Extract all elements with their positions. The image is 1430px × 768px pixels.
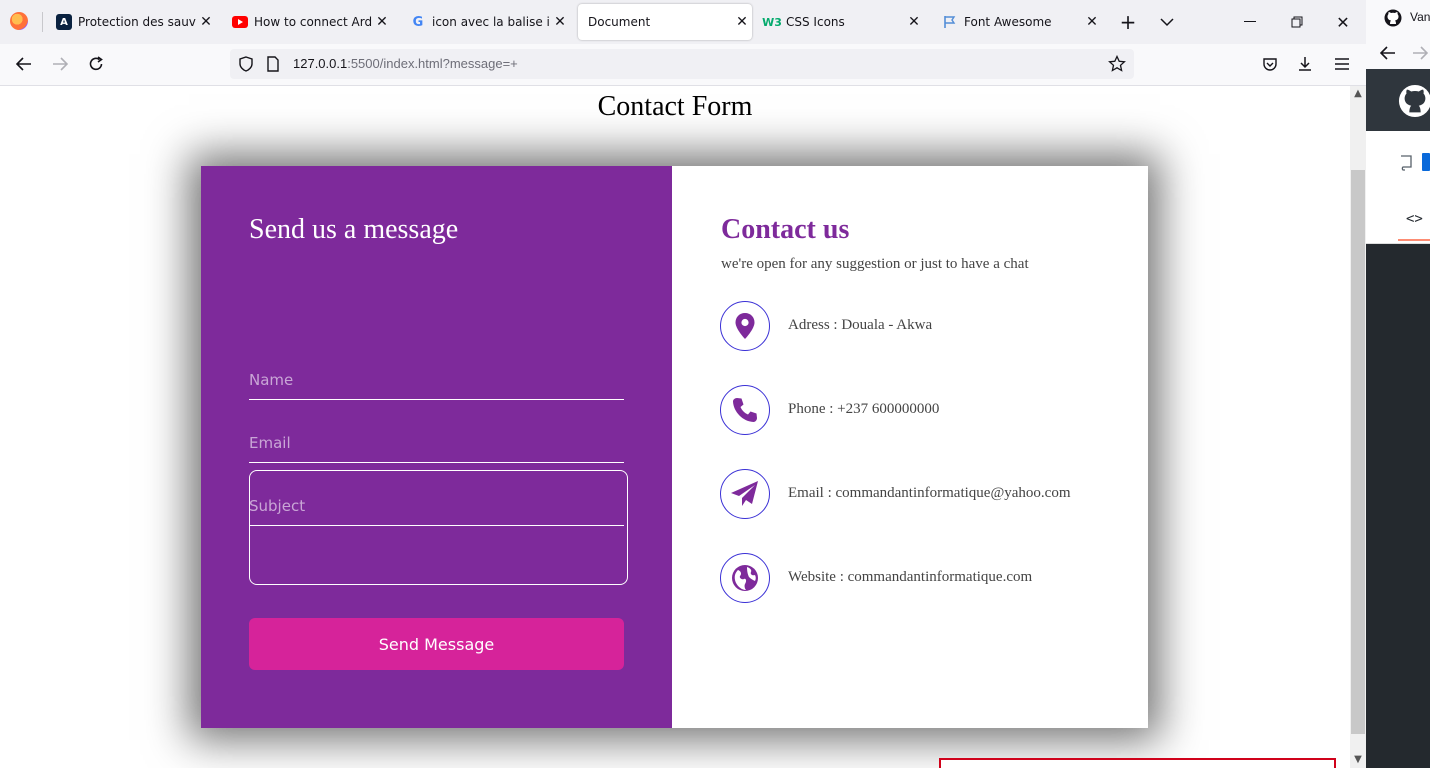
- reload-icon[interactable]: [84, 52, 108, 76]
- message-textarea[interactable]: [249, 470, 628, 585]
- tab-label: Font Awesome: [964, 15, 1052, 29]
- close-tab-icon[interactable]: ✕: [904, 14, 924, 30]
- close-tab-icon[interactable]: ✕: [1082, 14, 1102, 30]
- paper-plane-icon: [720, 469, 770, 519]
- pocket-icon[interactable]: [1258, 52, 1282, 76]
- repo-header: <>: [1366, 131, 1430, 244]
- tab-label: icon avec la balise i - R: [432, 15, 550, 29]
- tab-document[interactable]: Document ✕: [578, 4, 752, 40]
- minimize-icon[interactable]: [1238, 10, 1262, 34]
- contact-item-text: Website : commandantinformatique.com: [788, 569, 1033, 585]
- name-input[interactable]: [249, 361, 624, 400]
- github-header: [1366, 69, 1430, 131]
- side-tab-strip: Van: [1366, 0, 1430, 37]
- url-host: 127.0.0.1: [293, 56, 348, 71]
- new-tab-icon[interactable]: +: [1116, 10, 1140, 34]
- location-pin-icon: [720, 301, 770, 351]
- tab-label: Protection des sauvega: [78, 15, 196, 29]
- popup-frame-edge: [939, 758, 1336, 768]
- list-tabs-chevron-down-icon[interactable]: [1155, 10, 1179, 34]
- contact-item-text: Phone : +237 600000000: [788, 401, 940, 417]
- bookmark-star-icon[interactable]: [1108, 54, 1126, 77]
- scroll-up-arrow-icon[interactable]: ▲: [1350, 86, 1366, 102]
- tab-separator: [42, 12, 43, 32]
- github-icon[interactable]: [1384, 9, 1402, 31]
- tab-label: How to connect Arduin: [254, 15, 372, 29]
- contact-subtitle: we're open for any suggestion or just to…: [721, 256, 1029, 272]
- address-bar[interactable]: 127.0.0.1:5500/index.html?message=+: [230, 49, 1134, 79]
- download-icon[interactable]: [1293, 52, 1317, 76]
- contact-card: Send us a message Send Message Contact u…: [201, 166, 1148, 728]
- close-tab-icon[interactable]: ✕: [550, 14, 570, 30]
- contact-info-panel: Contact us we're open for any suggestion…: [672, 166, 1148, 728]
- repo-name-link[interactable]: [1422, 153, 1430, 171]
- flag-icon: [942, 14, 958, 30]
- github-logo-icon[interactable]: [1398, 84, 1430, 122]
- tab-css-icons[interactable]: W3 CSS Icons ✕: [754, 4, 924, 40]
- page-title: Contact Form: [597, 91, 753, 122]
- close-window-icon[interactable]: ✕: [1331, 10, 1355, 34]
- side-tab-label[interactable]: Van: [1410, 10, 1430, 24]
- navigation-toolbar: 127.0.0.1:5500/index.html?message=+: [0, 44, 1366, 86]
- page-viewport: Contact Form Send us a message Send Mess…: [0, 86, 1350, 768]
- contact-item-text: Adress : Douala - Akwa: [788, 317, 933, 333]
- firefox-menu-icon[interactable]: [10, 12, 28, 30]
- contact-item-website: Website : commandantinformatique.com: [720, 553, 1140, 607]
- shield-icon[interactable]: [238, 56, 254, 76]
- google-icon: G: [412, 14, 424, 30]
- restore-icon[interactable]: [1285, 10, 1309, 34]
- side-back-arrow-icon[interactable]: [1379, 45, 1396, 64]
- side-forward-arrow-icon[interactable]: [1412, 45, 1429, 64]
- scroll-down-arrow-icon[interactable]: ▼: [1350, 752, 1366, 768]
- page-info-icon[interactable]: [266, 56, 280, 76]
- contact-item-phone: Phone : +237 600000000: [720, 385, 1140, 439]
- side-nav-bar: [1366, 37, 1430, 69]
- contact-item-address: Adress : Douala - Akwa: [720, 301, 1140, 355]
- tab-label: CSS Icons: [786, 15, 845, 29]
- contact-item-email: Email : commandantinformatique@yahoo.com: [720, 469, 1140, 523]
- tab-font-awesome[interactable]: Font Awesome ✕: [932, 4, 1102, 40]
- contact-item-text: Email : commandantinformatique@yahoo.com: [788, 485, 1071, 501]
- send-message-button[interactable]: Send Message: [249, 618, 624, 670]
- forward-arrow-icon[interactable]: [48, 52, 72, 76]
- tab-bar: A Protection des sauvega ✕ How to connec…: [0, 0, 1366, 44]
- email-input[interactable]: [249, 424, 624, 463]
- scrollbar-thumb[interactable]: [1351, 170, 1365, 734]
- w3schools-icon: W3: [762, 15, 782, 29]
- url-text[interactable]: 127.0.0.1:5500/index.html?message=+: [293, 56, 518, 71]
- tab-favicon-a: A: [56, 14, 72, 30]
- close-tab-icon[interactable]: ✕: [732, 14, 752, 30]
- contact-title: Contact us: [721, 214, 850, 245]
- tab-label: Document: [588, 15, 651, 29]
- side-window: Van <>: [1366, 0, 1430, 768]
- tab-protection[interactable]: A Protection des sauvega ✕: [46, 4, 216, 40]
- form-title: Send us a message: [249, 214, 459, 245]
- phone-icon: [720, 385, 770, 435]
- close-tab-icon[interactable]: ✕: [372, 14, 392, 30]
- hamburger-menu-icon[interactable]: [1330, 52, 1354, 76]
- message-form-panel: Send us a message Send Message: [201, 166, 672, 728]
- back-arrow-icon[interactable]: [12, 52, 36, 76]
- youtube-icon: [232, 14, 248, 30]
- tab-arduino[interactable]: How to connect Arduin ✕: [222, 4, 392, 40]
- globe-icon: [720, 553, 770, 603]
- url-path: :5500/index.html?message=+: [347, 56, 518, 71]
- active-tab-underline: [1398, 239, 1430, 241]
- code-tab-icon[interactable]: <>: [1406, 211, 1423, 227]
- close-tab-icon[interactable]: ✕: [196, 14, 216, 30]
- page-scrollbar[interactable]: ▲ ▼: [1350, 86, 1366, 768]
- repo-icon: [1400, 155, 1412, 175]
- tab-icon-balise[interactable]: G icon avec la balise i - R ✕: [400, 4, 570, 40]
